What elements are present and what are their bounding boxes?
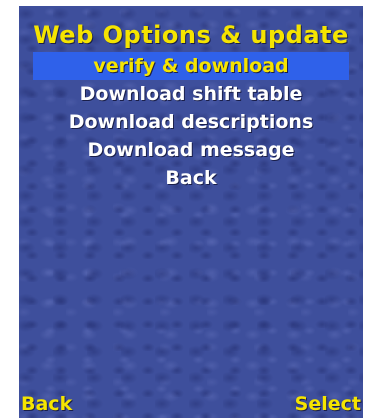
menu-item-download-message[interactable]: Download message [19,136,363,164]
menu-item-download-descriptions[interactable]: Download descriptions [19,108,363,136]
select-softkey[interactable]: Select [295,392,361,416]
menu-item-back[interactable]: Back [19,164,363,192]
phone-screen: Web Options & update verify & download D… [19,6,363,418]
screen-title: Web Options & update [33,21,349,49]
menu-item-download-shift-table[interactable]: Download shift table [19,80,363,108]
back-softkey[interactable]: Back [21,392,72,416]
options-menu: verify & download Download shift table D… [19,52,363,192]
menu-item-verify-download[interactable]: verify & download [33,52,349,80]
